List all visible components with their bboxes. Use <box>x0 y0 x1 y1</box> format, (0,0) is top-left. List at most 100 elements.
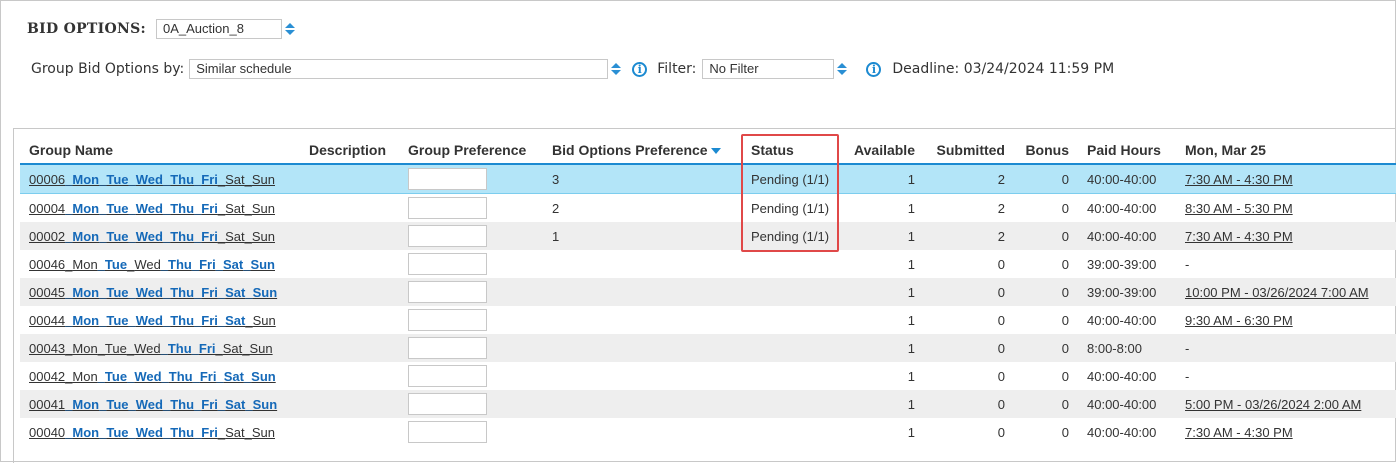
col-bonus[interactable]: Bonus <box>1014 137 1078 165</box>
table-row[interactable]: 00043_Mon_Tue_Wed_Thu_Fri_Sat_Sun 1 0 0 8:00… <box>20 334 1396 362</box>
group-name-link[interactable]: 00043_Mon_Tue_Wed_Thu_Fri_Sat_Sun <box>29 341 273 356</box>
table-row[interactable]: 00044_Mon_Tue_Wed_Thu_Fri_Sat_Sun 1 0 0 40:0… <box>20 306 1396 334</box>
table-row[interactable]: 00046_Mon_Tue_Wed_Thu_Fri_Sat_Sun 1 0 0 39:0… <box>20 250 1396 278</box>
group-day: Sun <box>252 312 276 328</box>
group-by-selected: Similar schedule <box>196 61 292 76</box>
bid-options-spinner-icon[interactable] <box>284 20 296 38</box>
table-row[interactable]: 00040_Mon_Tue_Wed_Thu_Fri_Sat_Sun 1 0 0 40:0… <box>20 418 1396 446</box>
table-row[interactable]: 00045_Mon_Tue_Wed_Thu_Fri_Sat_Sun 1 0 0 39:0… <box>20 278 1396 306</box>
bid-options-preference-cell <box>543 418 742 446</box>
submitted-cell: 2 <box>997 200 1005 216</box>
group-day: Fri <box>201 424 218 440</box>
group-day: Fri <box>199 368 217 384</box>
group-day: Sat <box>222 256 244 272</box>
col-description[interactable]: Description <box>300 137 399 165</box>
group-day: Thu <box>167 340 192 356</box>
filter-spinner-icon[interactable] <box>836 60 848 78</box>
group-name-link[interactable]: 00004_Mon_Tue_Wed_Thu_Fri_Sat_Sun <box>29 201 275 216</box>
col-status[interactable]: Status <box>742 137 840 165</box>
mon-schedule-cell: - <box>1176 250 1396 278</box>
bid-options-preference-cell <box>543 390 742 418</box>
group-name-cell: 00041_Mon_Tue_Wed_Thu_Fri_Sat_Sun <box>20 390 300 418</box>
mon-schedule-link[interactable]: 10:00 PM - 03/26/2024 7:00 AM <box>1185 285 1369 300</box>
group-preference-input[interactable] <box>408 421 487 443</box>
group-day: Tue <box>104 340 127 356</box>
status-cell <box>742 334 840 362</box>
mon-schedule-link[interactable]: 5:00 PM - 03/26/2024 2:00 AM <box>1185 397 1361 412</box>
group-preference-input[interactable] <box>408 197 487 219</box>
bid-options-table-container: Group Name Description Group Preference … <box>13 128 1396 463</box>
bid-options-preference-cell: 3 <box>543 164 742 194</box>
bid-options-preference-cell <box>543 278 742 306</box>
group-day: Thu <box>168 256 192 272</box>
table-row[interactable]: 00006_Mon_Tue_Wed_Thu_Fri_Sat_Sun 3 Pendin… <box>20 164 1396 194</box>
col-bid-options-preference[interactable]: Bid Options Preference <box>543 137 742 165</box>
bid-options-preference-cell <box>543 250 742 278</box>
group-id: 00046 <box>29 256 66 272</box>
group-name-link[interactable]: 00041_Mon_Tue_Wed_Thu_Fri_Sat_Sun <box>29 397 277 412</box>
mon-schedule-cell: 8:30 AM - 5:30 PM <box>1176 194 1396 223</box>
mon-schedule-link[interactable]: 7:30 AM - 4:30 PM <box>1185 425 1293 440</box>
filter-selected: No Filter <box>709 61 759 76</box>
group-day: Sun <box>252 284 278 300</box>
group-name-link[interactable]: 00045_Mon_Tue_Wed_Thu_Fri_Sat_Sun <box>29 285 277 300</box>
filter-info-icon[interactable]: i <box>866 61 882 77</box>
group-filter-row: Group Bid Options by: Similar schedule i… <box>31 59 1114 79</box>
group-name-link[interactable]: 00042_Mon_Tue_Wed_Thu_Fri_Sat_Sun <box>29 369 276 384</box>
group-name-link[interactable]: 00044_Mon_Tue_Wed_Thu_Fri_Sat_Sun <box>29 313 276 328</box>
group-preference-input[interactable] <box>408 309 487 331</box>
mon-schedule-cell: 7:30 AM - 4:30 PM <box>1176 222 1396 250</box>
mon-schedule-link[interactable]: 8:30 AM - 5:30 PM <box>1185 201 1293 216</box>
group-name-link[interactable]: 00006_Mon_Tue_Wed_Thu_Fri_Sat_Sun <box>29 172 275 187</box>
group-day: Sun <box>251 368 276 384</box>
paid-hours-cell: 40:00-40:00 <box>1087 424 1157 440</box>
mon-schedule-link[interactable]: 7:30 AM - 4:30 PM <box>1185 172 1293 187</box>
available-cell: 1 <box>907 312 915 328</box>
col-paid-hours[interactable]: Paid Hours <box>1078 137 1176 165</box>
mon-schedule-link: - <box>1185 340 1190 356</box>
group-id: 00040 <box>29 424 66 440</box>
bid-options-preference-cell <box>543 306 742 334</box>
group-day: Sat <box>225 424 245 440</box>
col-available[interactable]: Available <box>840 137 924 165</box>
mon-schedule-link[interactable]: 9:30 AM - 6:30 PM <box>1185 313 1293 328</box>
group-preference-input[interactable] <box>408 253 487 275</box>
col-group-name[interactable]: Group Name <box>20 137 300 165</box>
filter-select[interactable]: No Filter <box>702 59 835 79</box>
group-preference-input[interactable] <box>408 393 487 415</box>
group-by-info-icon[interactable]: i <box>632 61 648 77</box>
group-preference-input[interactable] <box>408 337 487 359</box>
group-preference-input[interactable] <box>408 168 487 190</box>
status-cell <box>742 278 840 306</box>
available-cell: 1 <box>840 164 924 194</box>
group-name-cell: 00046_Mon_Tue_Wed_Thu_Fri_Sat_Sun <box>20 250 300 278</box>
group-preference-input[interactable] <box>408 365 487 387</box>
table-row[interactable]: 00041_Mon_Tue_Wed_Thu_Fri_Sat_Sun 1 0 0 40:0… <box>20 390 1396 418</box>
group-day: Tue <box>106 200 129 216</box>
col-submitted[interactable]: Submitted <box>924 137 1014 165</box>
paid-hours-cell: 40:00-40:00 <box>1087 312 1157 328</box>
table-row[interactable]: 00042_Mon_Tue_Wed_Thu_Fri_Sat_Sun 1 0 0 40:0… <box>20 362 1396 390</box>
group-preference-input[interactable] <box>408 281 487 303</box>
group-preference-input[interactable] <box>408 225 487 247</box>
status-cell <box>742 390 840 418</box>
bid-options-select[interactable]: 0A_Auction_8 <box>155 19 282 39</box>
table-row[interactable]: 00004_Mon_Tue_Wed_Thu_Fri_Sat_Sun 2 Pendin… <box>20 194 1396 223</box>
group-day: Sat <box>225 396 246 412</box>
group-by-select[interactable]: Similar schedule <box>189 59 609 79</box>
sort-desc-icon[interactable] <box>710 148 721 155</box>
group-name-cell: 00006_Mon_Tue_Wed_Thu_Fri_Sat_Sun <box>20 164 300 194</box>
available-cell: 1 <box>840 390 924 418</box>
group-by-spinner-icon[interactable] <box>610 60 622 78</box>
group-day: Thu <box>170 228 195 244</box>
group-name-link[interactable]: 00040_Mon_Tue_Wed_Thu_Fri_Sat_Sun <box>29 425 275 440</box>
group-day: Tue <box>104 368 128 384</box>
col-mon-mar-25[interactable]: Mon, Mar 25 <box>1176 137 1396 165</box>
table-row[interactable]: 00002_Mon_Tue_Wed_Thu_Fri_Sat_Sun 1 Pendin… <box>20 222 1396 250</box>
available-cell: 1 <box>840 278 924 306</box>
col-group-preference[interactable]: Group Preference <box>399 137 543 165</box>
mon-schedule-link[interactable]: 7:30 AM - 4:30 PM <box>1185 229 1293 244</box>
group-name-link[interactable]: 00046_Mon_Tue_Wed_Thu_Fri_Sat_Sun <box>29 257 275 272</box>
group-name-link[interactable]: 00002_Mon_Tue_Wed_Thu_Fri_Sat_Sun <box>29 229 275 244</box>
paid-hours-cell: 39:00-39:00 <box>1087 256 1157 272</box>
